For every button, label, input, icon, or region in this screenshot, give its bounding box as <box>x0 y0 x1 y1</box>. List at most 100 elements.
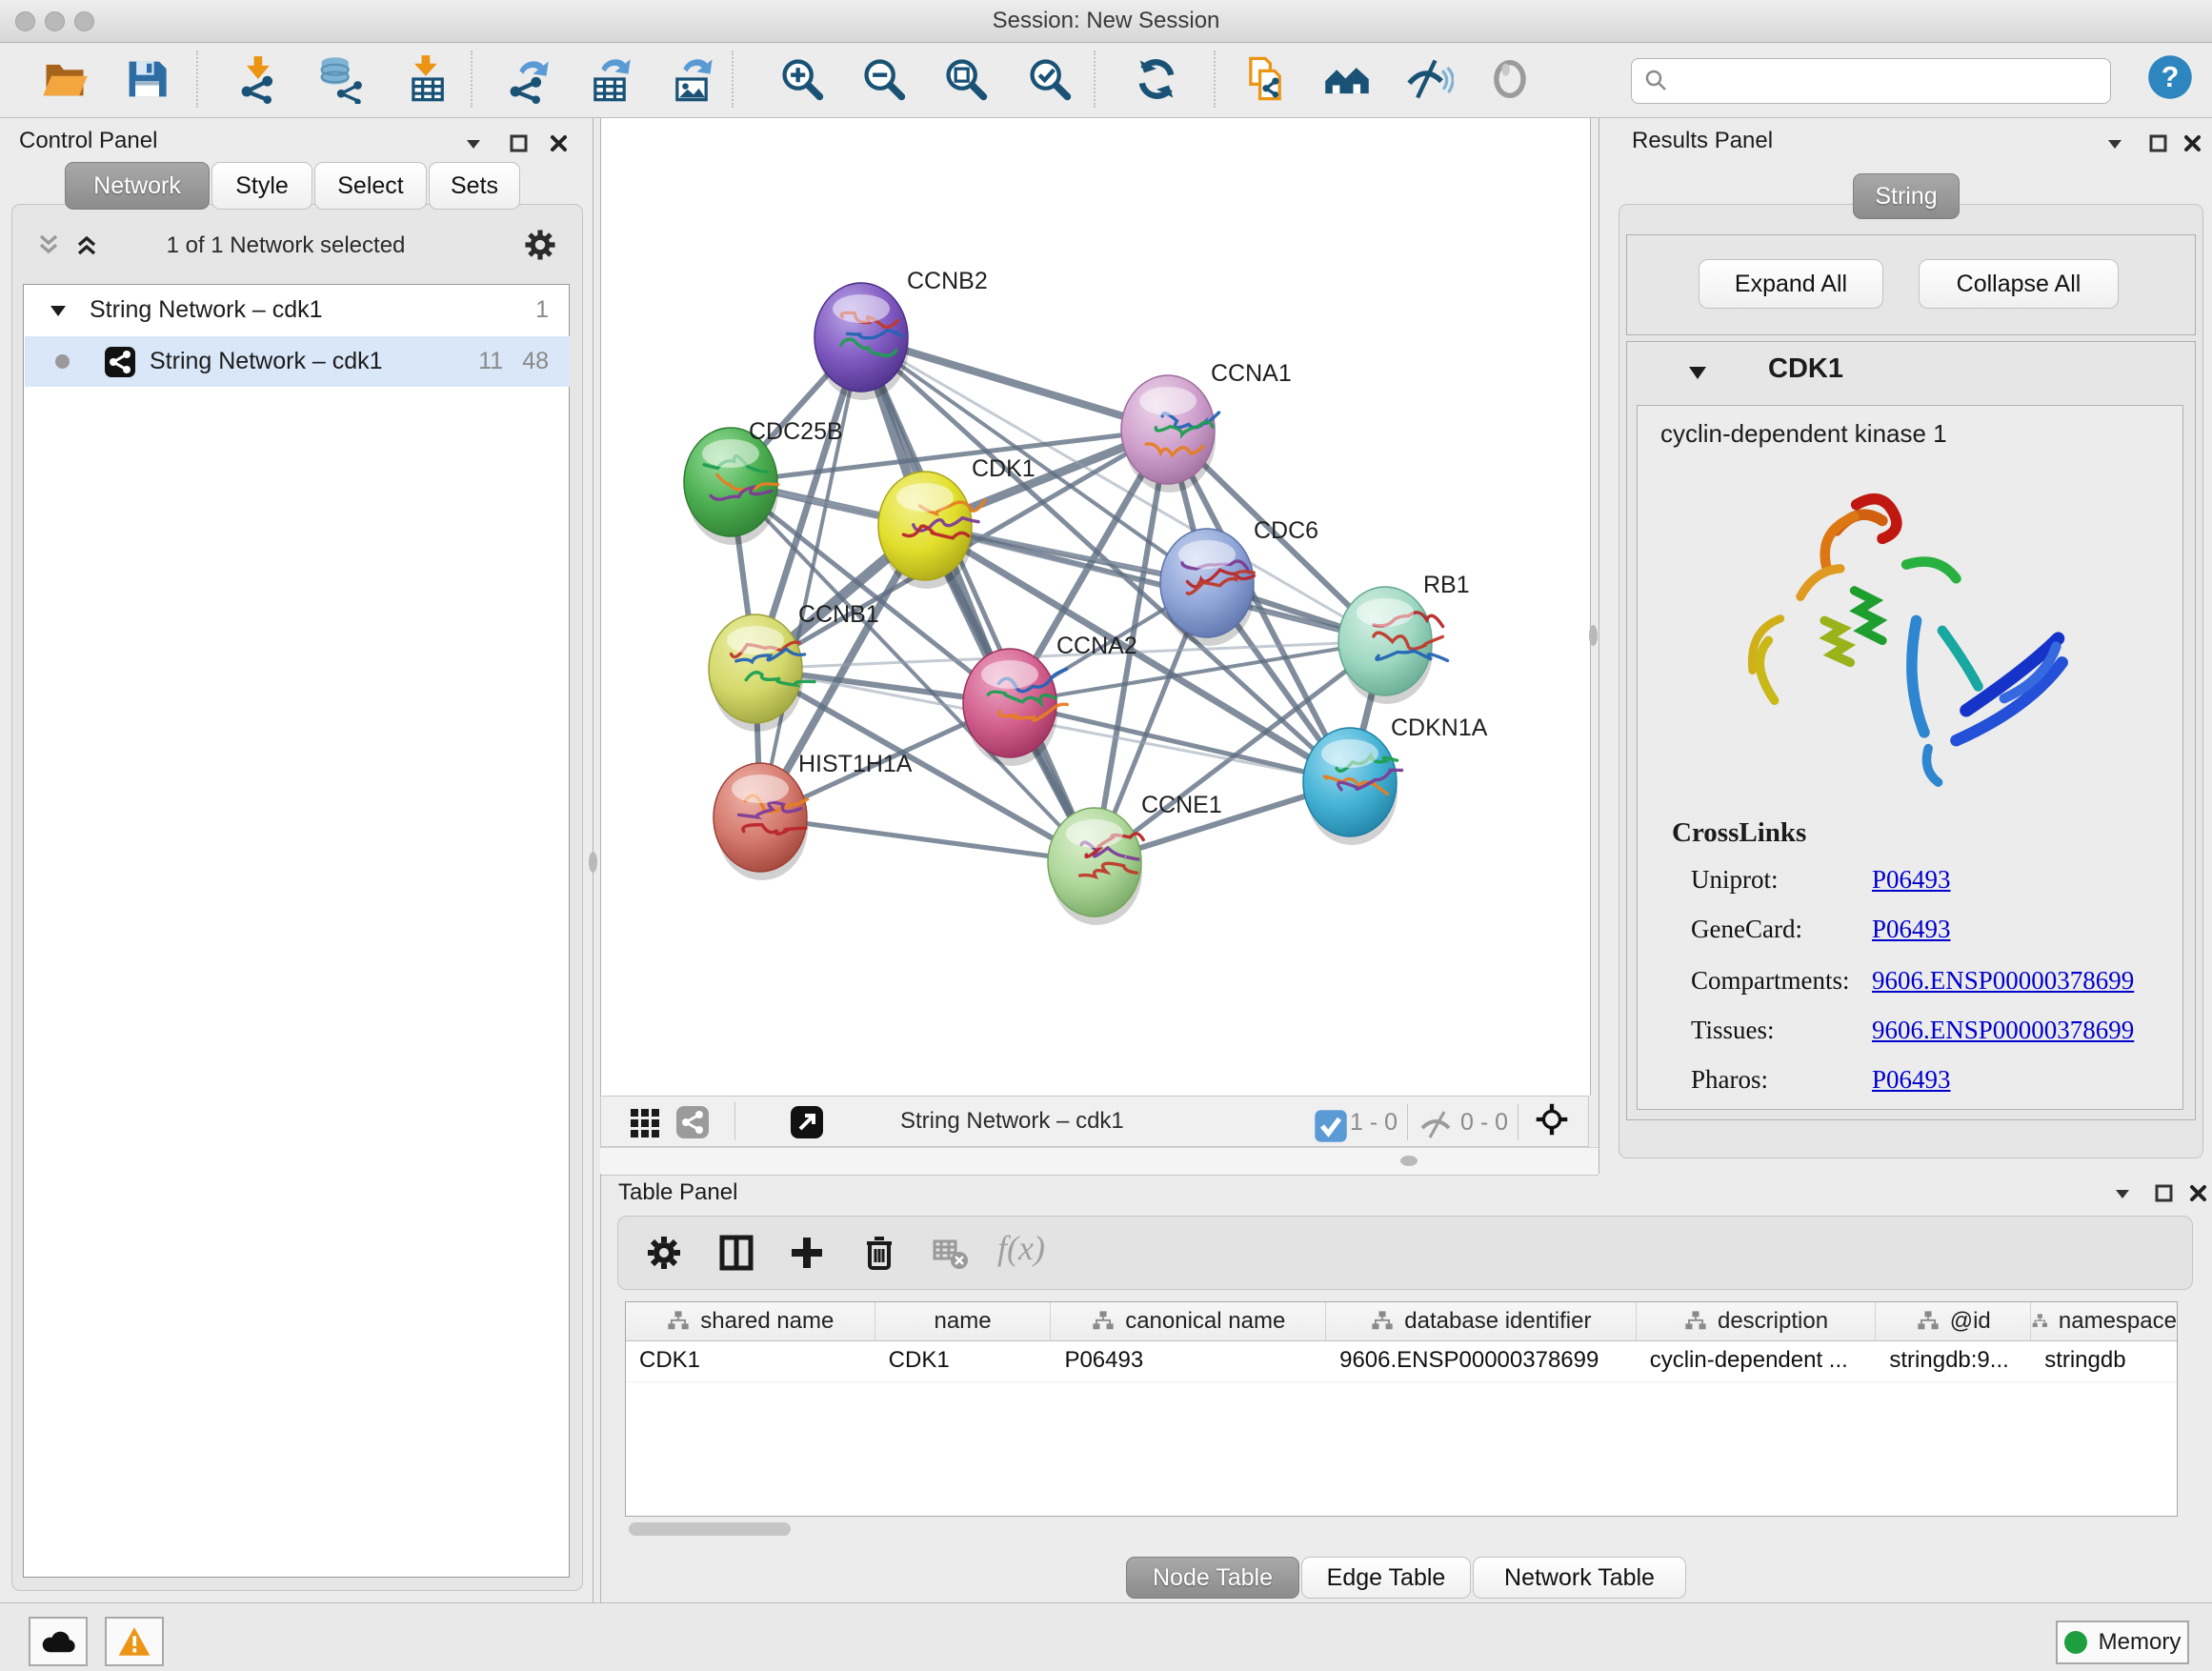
open-session-icon[interactable] <box>40 54 90 104</box>
fit-selected-crosshair-icon[interactable] <box>1535 1102 1575 1142</box>
panel-close-icon[interactable] <box>547 131 572 156</box>
cell-database-identifier[interactable]: 9606.ENSP00000378699 <box>1326 1341 1637 1381</box>
memory-button[interactable]: Memory <box>2056 1621 2189 1664</box>
graph-node-ccnb2[interactable]: CCNB2 <box>814 268 988 400</box>
crosslink-tissues[interactable]: 9606.ENSP00000378699 <box>1872 1016 2134 1045</box>
tab-network-table[interactable]: Network Table <box>1473 1557 1686 1599</box>
panel-float-icon[interactable] <box>507 131 532 156</box>
tab-sets[interactable]: Sets <box>429 162 520 210</box>
control-panel-title: Control Panel <box>19 128 157 154</box>
apply-layout-icon[interactable] <box>1132 54 1181 104</box>
save-session-icon[interactable] <box>122 54 171 104</box>
import-network-database-icon[interactable] <box>314 54 364 104</box>
help-icon[interactable]: ? <box>2145 52 2195 102</box>
network-canvas[interactable]: CCNB2CCNA1CDC25BCDK1CDC6RB1CCNB1CCNA2CDK… <box>600 118 1591 1096</box>
column-header-id[interactable]: @id <box>1876 1302 2031 1340</box>
graph-node-hist1h1a[interactable]: HIST1H1A <box>714 751 913 880</box>
node-label: CDKN1A <box>1391 715 1488 741</box>
gene-section: CDK1 cyclin-dependent kinase 1 <box>1626 341 2196 1120</box>
delete-column-icon[interactable] <box>858 1232 900 1274</box>
network-icon <box>104 346 136 378</box>
add-column-icon[interactable] <box>786 1232 828 1274</box>
cell-name[interactable]: CDK1 <box>875 1341 1052 1381</box>
zoom-out-icon[interactable] <box>859 54 909 104</box>
network-share-icon[interactable] <box>675 1105 710 1139</box>
panel-menu-icon[interactable] <box>461 131 486 156</box>
crosslink-pharos[interactable]: P06493 <box>1872 1065 1951 1095</box>
open-in-window-icon[interactable] <box>790 1105 824 1139</box>
left-splitter-handle[interactable] <box>589 852 597 873</box>
selected-checkbox-icon[interactable] <box>1314 1109 1340 1136</box>
graph-node-cdkn1a[interactable]: CDKN1A <box>1303 715 1488 845</box>
expand-all-button[interactable]: Expand All <box>1699 259 1883 309</box>
collapse-all-button[interactable]: Collapse All <box>1919 259 2119 309</box>
expand-all-networks-icon[interactable] <box>72 231 101 259</box>
panel-menu-icon[interactable] <box>2110 1181 2135 1206</box>
export-network-icon[interactable] <box>503 54 553 104</box>
horizontal-splitter[interactable] <box>600 1147 1599 1176</box>
gene-expander-icon[interactable] <box>1686 361 1709 384</box>
panel-close-icon[interactable] <box>2181 131 2205 156</box>
node-label: CDC6 <box>1254 517 1318 544</box>
tab-style[interactable]: Style <box>211 162 312 210</box>
tab-select[interactable]: Select <box>314 162 427 210</box>
search-input[interactable] <box>1631 58 2111 104</box>
zoom-selected-icon[interactable] <box>1025 54 1075 104</box>
tab-string[interactable]: String <box>1853 173 1960 219</box>
graph-node-cdc25b[interactable]: CDC25B <box>684 418 843 545</box>
right-splitter-handle[interactable] <box>1589 625 1598 646</box>
column-header-namespace[interactable]: namespace <box>2031 1302 2177 1340</box>
horizontal-splitter-handle[interactable] <box>1400 1156 1418 1166</box>
tab-edge-table[interactable]: Edge Table <box>1301 1557 1471 1599</box>
collection-expander-icon[interactable] <box>48 300 69 321</box>
panel-float-icon[interactable] <box>2146 131 2171 156</box>
show-columns-icon[interactable] <box>715 1232 757 1274</box>
cloud-status-button[interactable] <box>29 1617 88 1666</box>
zoom-in-icon[interactable] <box>777 54 827 104</box>
export-table-icon[interactable] <box>585 54 634 104</box>
column-header-shared-name[interactable]: shared name <box>626 1302 875 1340</box>
table-horizontal-scrollbar[interactable] <box>629 1522 791 1536</box>
column-header-canonical-name[interactable]: canonical name <box>1051 1302 1326 1340</box>
graph-node-rb1[interactable]: RB1 <box>1338 572 1470 704</box>
node-label: CDC25B <box>749 418 843 445</box>
graph-node-ccna1[interactable]: CCNA1 <box>1121 360 1292 493</box>
network-row-selected[interactable]: String Network – cdk1 11 48 <box>25 336 570 387</box>
cell-namespace[interactable]: stringdb <box>2031 1341 2177 1381</box>
new-network-from-selection-icon[interactable] <box>1240 54 1290 104</box>
crosslink-genecard[interactable]: P06493 <box>1872 915 1951 944</box>
column-header-description[interactable]: description <box>1637 1302 1877 1340</box>
graph-node-ccnb1[interactable]: CCNB1 <box>709 601 879 732</box>
import-network-file-icon[interactable] <box>234 54 284 104</box>
cell-canonical-name[interactable]: P06493 <box>1051 1341 1326 1381</box>
birds-eye-view-icon[interactable] <box>628 1105 662 1139</box>
column-header-database-identifier[interactable]: database identifier <box>1326 1302 1637 1340</box>
network-options-gear-icon[interactable] <box>522 227 558 263</box>
node-table: shared name name canonical name database… <box>625 1301 2178 1517</box>
zoom-fit-icon[interactable] <box>941 54 991 104</box>
collapse-all-networks-icon[interactable] <box>34 231 63 259</box>
toolbar-separator <box>1094 50 1096 108</box>
tab-network[interactable]: Network <box>65 162 210 210</box>
cell-id[interactable]: stringdb:9... <box>1876 1341 2031 1381</box>
hide-selection-icon[interactable] <box>1404 54 1454 104</box>
tab-node-table[interactable]: Node Table <box>1126 1557 1299 1599</box>
show-all-icon[interactable] <box>1486 54 1536 104</box>
panel-float-icon[interactable] <box>2152 1181 2177 1206</box>
graph-node-cdc6[interactable]: CDC6 <box>1160 517 1318 646</box>
first-neighbors-icon[interactable] <box>1322 54 1372 104</box>
crosslink-uniprot[interactable]: P06493 <box>1872 865 1951 895</box>
cell-shared-name[interactable]: CDK1 <box>626 1341 875 1381</box>
import-table-file-icon[interactable] <box>402 54 452 104</box>
crosslink-compartments[interactable]: 9606.ENSP00000378699 <box>1872 966 2134 996</box>
column-header-name[interactable]: name <box>875 1302 1052 1340</box>
export-image-icon[interactable] <box>667 54 716 104</box>
warnings-button[interactable] <box>105 1617 164 1666</box>
panel-close-icon[interactable] <box>2186 1181 2211 1206</box>
table-row[interactable]: CDK1 CDK1 P06493 9606.ENSP00000378699 cy… <box>626 1341 2177 1382</box>
table-toolbar: f(x) <box>617 1216 2193 1290</box>
cell-description[interactable]: cyclin-dependent ... <box>1637 1341 1877 1381</box>
table-settings-gear-icon[interactable] <box>643 1232 685 1274</box>
panel-menu-icon[interactable] <box>2102 131 2127 156</box>
network-collection-row[interactable]: String Network – cdk1 1 <box>25 285 570 335</box>
